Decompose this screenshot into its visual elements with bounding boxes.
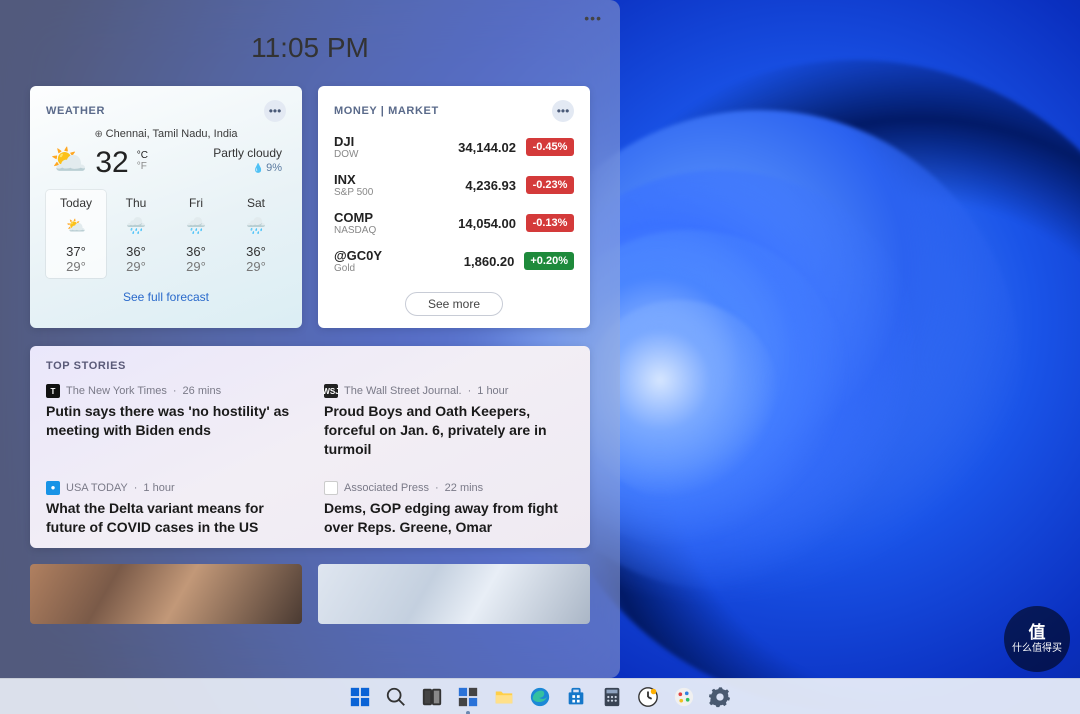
weather-widget[interactable]: WEATHER ••• Chennai, Tamil Nadu, India ⛅… bbox=[30, 86, 302, 328]
edge-browser-icon[interactable] bbox=[528, 685, 552, 709]
money-menu-button[interactable]: ••• bbox=[552, 100, 574, 122]
money-title: MONEY | MARKET bbox=[334, 105, 439, 117]
story-thumbnail[interactable] bbox=[318, 564, 590, 624]
market-row[interactable]: COMPNASDAQ 14,054.00-0.13% bbox=[334, 204, 574, 242]
see-more-button[interactable]: See more bbox=[405, 292, 503, 316]
forecast-day[interactable]: Today⛅ 37°29° bbox=[46, 190, 106, 278]
task-view-icon[interactable] bbox=[420, 685, 444, 709]
file-explorer-icon[interactable] bbox=[492, 685, 516, 709]
story-item[interactable]: APAssociated Press · 22 mins Dems, GOP e… bbox=[324, 481, 574, 537]
money-widget[interactable]: MONEY | MARKET ••• DJIDOW 34,144.02-0.45… bbox=[318, 86, 590, 328]
weather-title: WEATHER bbox=[46, 105, 105, 117]
source-icon: AP bbox=[324, 481, 338, 495]
market-row[interactable]: @GC0YGold 1,860.20+0.20% bbox=[334, 242, 574, 280]
weather-condition: Partly cloudy bbox=[213, 146, 282, 160]
story-item[interactable]: TThe New York Times · 26 mins Putin says… bbox=[46, 384, 296, 459]
story-item[interactable]: ●USA TODAY · 1 hour What the Delta varia… bbox=[46, 481, 296, 537]
clock-app-icon[interactable] bbox=[636, 685, 660, 709]
weather-location: Chennai, Tamil Nadu, India bbox=[46, 128, 286, 140]
paint-icon[interactable] bbox=[672, 685, 696, 709]
widgets-icon[interactable] bbox=[456, 685, 480, 709]
forecast-day[interactable]: Sat🌧️ 36°29° bbox=[226, 190, 286, 278]
story-thumbnail[interactable] bbox=[30, 564, 302, 624]
source-icon: ● bbox=[46, 481, 60, 495]
forecast-day[interactable]: Thu🌧️ 36°29° bbox=[106, 190, 166, 278]
source-icon: WSJ bbox=[324, 384, 338, 398]
clock: 11:05 PM bbox=[30, 32, 590, 64]
see-full-forecast-link[interactable]: See full forecast bbox=[46, 290, 286, 304]
forecast-row: Today⛅ 37°29° Thu🌧️ 36°29° Fri🌧️ 36°29° … bbox=[46, 190, 286, 278]
stories-title: TOP STORIES bbox=[46, 360, 574, 372]
source-icon: T bbox=[46, 384, 60, 398]
weather-current-icon: ⛅ bbox=[50, 146, 87, 176]
market-row[interactable]: INXS&P 500 4,236.93-0.23% bbox=[334, 166, 574, 204]
weather-menu-button[interactable]: ••• bbox=[264, 100, 286, 122]
calculator-icon[interactable] bbox=[600, 685, 624, 709]
taskbar bbox=[0, 678, 1080, 714]
weather-current-temp: 32 bbox=[95, 146, 128, 180]
widgets-panel: ••• 11:05 PM WEATHER ••• Chennai, Tamil … bbox=[0, 0, 620, 678]
weather-humidity: 9% bbox=[213, 162, 282, 174]
unit-toggle[interactable]: °C °F bbox=[137, 146, 148, 172]
settings-icon[interactable] bbox=[708, 685, 732, 709]
watermark: 值 什么值得买 bbox=[1004, 606, 1070, 672]
start-button[interactable] bbox=[348, 685, 372, 709]
top-stories-widget[interactable]: TOP STORIES TThe New York Times · 26 min… bbox=[30, 346, 590, 548]
panel-menu-button[interactable]: ••• bbox=[584, 10, 602, 26]
search-icon[interactable] bbox=[384, 685, 408, 709]
story-item[interactable]: WSJThe Wall Street Journal. · 1 hour Pro… bbox=[324, 384, 574, 459]
store-icon[interactable] bbox=[564, 685, 588, 709]
market-row[interactable]: DJIDOW 34,144.02-0.45% bbox=[334, 128, 574, 166]
forecast-day[interactable]: Fri🌧️ 36°29° bbox=[166, 190, 226, 278]
